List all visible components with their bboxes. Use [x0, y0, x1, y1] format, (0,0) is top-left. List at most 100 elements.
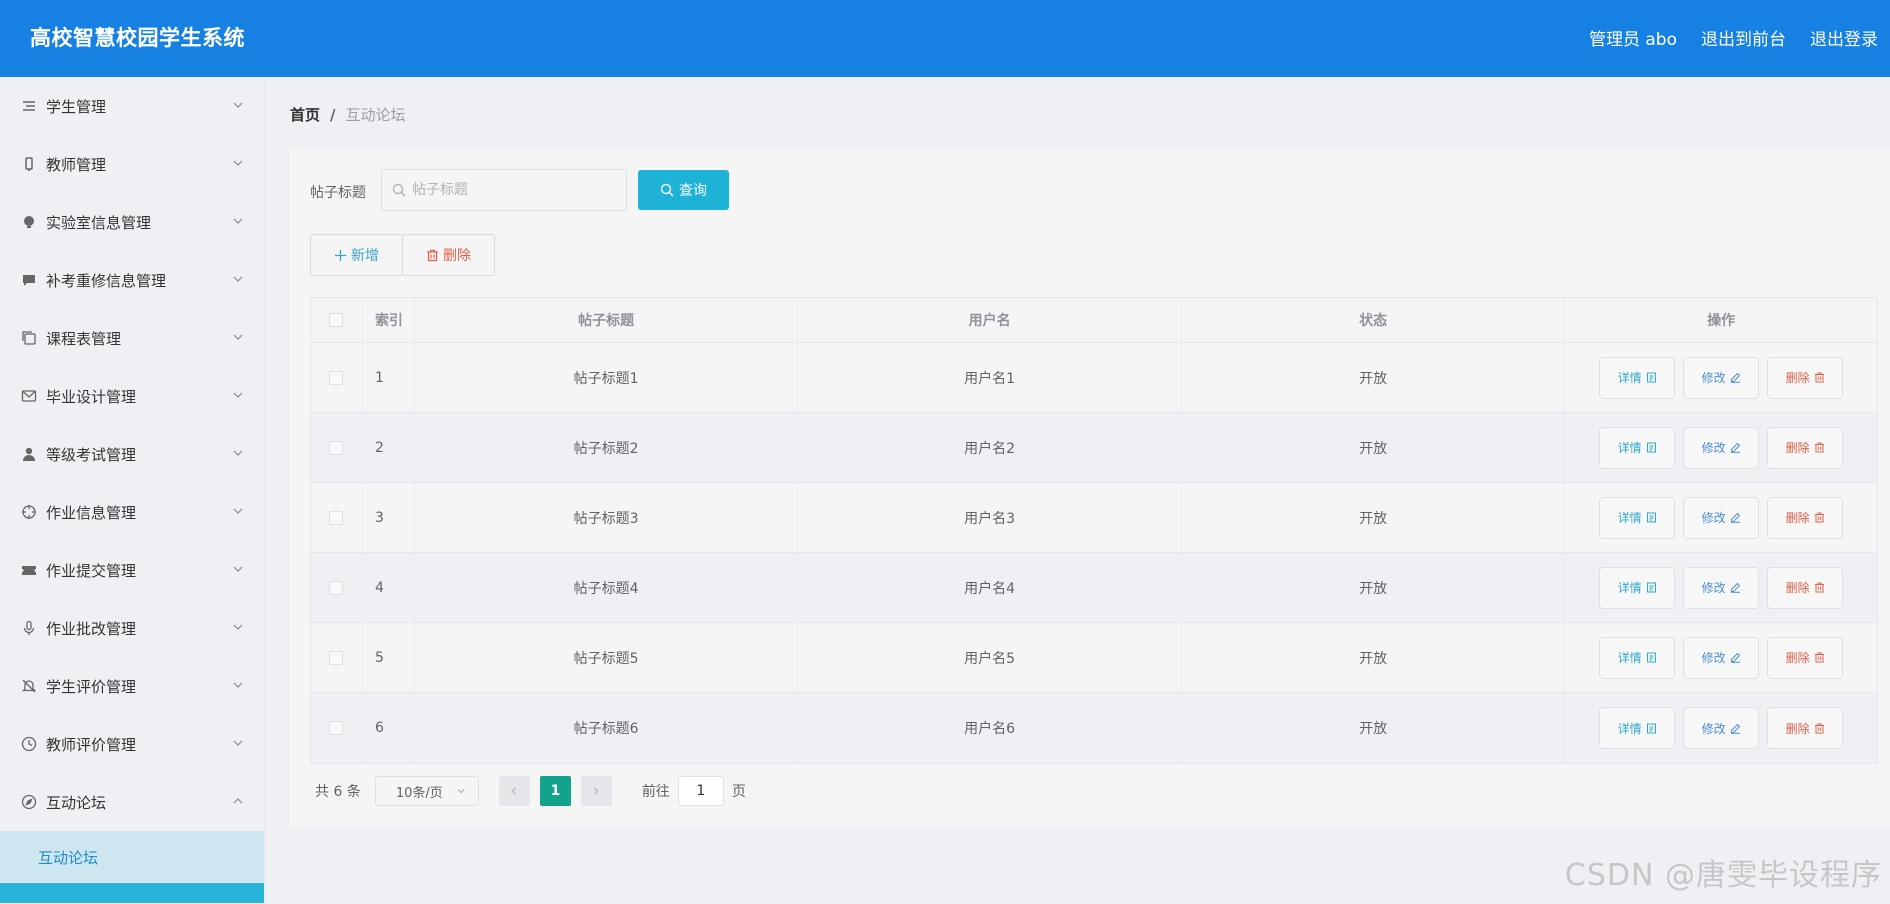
row-status: 开放 — [1182, 693, 1566, 763]
breadcrumb-home[interactable]: 首页 — [290, 104, 320, 125]
row-checkbox[interactable] — [329, 510, 344, 525]
page-size-select[interactable]: 10条/页 — [374, 776, 479, 806]
row-status: 开放 — [1182, 623, 1566, 692]
edit-label: 修改 — [1701, 651, 1726, 665]
chevron-down-icon — [233, 508, 243, 514]
sidebar-item-graduation[interactable]: 毕业设计管理 — [0, 367, 264, 425]
sidebar-item-teacher-eval[interactable]: 教师评价管理 — [0, 715, 264, 773]
delete-label: 删除 — [1785, 371, 1810, 385]
document-icon — [1646, 582, 1656, 593]
delete-button[interactable]: 删除 — [1767, 566, 1844, 609]
row-ops: 详情 修改 删除 — [1565, 553, 1877, 622]
table-body: 1 帖子标题1 用户名1 开放 详情 修改 删除 2 帖子标题2 用户名2 开放 详情 修改 删除 3 帖子标… — [311, 343, 1877, 763]
bell-off-icon — [20, 677, 38, 695]
row-title: 帖子标题3 — [415, 483, 799, 552]
sidebar-item-label: 补考重修信息管理 — [46, 271, 167, 290]
detail-button[interactable]: 详情 — [1599, 566, 1676, 609]
exit-to-front-link[interactable]: 退出到前台 — [1701, 25, 1786, 50]
trash-icon — [1814, 372, 1824, 383]
header-actions: 管理员 abo 退出到前台 退出登录 — [1589, 25, 1878, 50]
trash-icon — [1814, 442, 1824, 453]
edit-button[interactable]: 修改 — [1683, 356, 1760, 399]
search-icon — [392, 183, 406, 197]
add-button-label: 新增 — [351, 248, 379, 264]
page-number[interactable]: 1 — [539, 776, 571, 806]
query-button[interactable]: 查询 — [638, 170, 729, 210]
sidebar-item-homework-submit[interactable]: 作业提交管理 — [0, 541, 264, 599]
sidebar-item-student-eval[interactable]: 学生评价管理 — [0, 657, 264, 715]
chevron-down-icon — [233, 334, 243, 340]
edit-button[interactable]: 修改 — [1683, 566, 1760, 609]
add-button[interactable]: 新增 — [310, 234, 403, 276]
delete-button[interactable]: 删除 — [1767, 356, 1844, 399]
chevron-down-icon — [233, 740, 243, 746]
row-status: 开放 — [1182, 553, 1566, 622]
edit-button[interactable]: 修改 — [1683, 496, 1760, 539]
sidebar-item-homework-info[interactable]: 作业信息管理 — [0, 483, 264, 541]
delete-button[interactable]: 删除 — [1767, 636, 1844, 679]
edit-button[interactable]: 修改 — [1683, 707, 1760, 749]
edit-label: 修改 — [1701, 371, 1726, 385]
delete-button[interactable]: 删除 — [1767, 496, 1844, 539]
row-title: 帖子标题5 — [415, 623, 799, 692]
mail-icon — [20, 387, 38, 405]
table-row: 2 帖子标题2 用户名2 开放 详情 修改 删除 — [311, 413, 1877, 483]
goto-page-input[interactable]: 1 — [677, 776, 724, 806]
row-checkbox[interactable] — [329, 580, 344, 595]
select-all-checkbox[interactable] — [329, 313, 344, 327]
edit-button[interactable]: 修改 — [1683, 426, 1760, 469]
sidebar-subitem-next[interactable] — [0, 883, 264, 903]
edit-label: 修改 — [1701, 721, 1726, 736]
edit-icon — [1730, 442, 1740, 453]
edit-button[interactable]: 修改 — [1683, 636, 1760, 679]
bulb-icon — [20, 213, 38, 231]
search-input[interactable] — [412, 182, 612, 198]
detail-label: 详情 — [1617, 511, 1642, 525]
page-size-value: 10条/页 — [395, 785, 443, 801]
forum-table: 索引 帖子标题 用户名 状态 操作 1 帖子标题1 用户名1 开放 详情 修改 删除 2 帖子标… — [310, 297, 1878, 764]
header-status: 状态 — [1182, 298, 1566, 342]
search-field[interactable] — [381, 169, 627, 211]
logout-link[interactable]: 退出登录 — [1810, 25, 1878, 50]
sidebar-item-forum[interactable]: 互动论坛 — [0, 773, 264, 831]
row-checkbox-cell — [311, 483, 363, 552]
next-page-button[interactable] — [580, 776, 612, 806]
breadcrumb: 首页 / 互动论坛 — [290, 104, 406, 125]
row-title: 帖子标题6 — [415, 693, 799, 763]
sidebar-subitem-forum[interactable]: 互动论坛 — [0, 831, 264, 883]
edit-label: 修改 — [1701, 511, 1726, 525]
chevron-down-icon — [233, 160, 243, 166]
detail-button[interactable]: 详情 — [1599, 426, 1676, 469]
sidebar-item-label: 作业信息管理 — [46, 503, 137, 522]
row-user: 用户名5 — [798, 623, 1182, 692]
row-title: 帖子标题1 — [415, 343, 799, 412]
row-checkbox[interactable] — [329, 370, 344, 385]
sidebar-item-homework-grade[interactable]: 作业批改管理 — [0, 599, 264, 657]
sidebar-item-lab[interactable]: 实验室信息管理 — [0, 193, 264, 251]
sidebar-item-teacher[interactable]: 教师管理 — [0, 135, 264, 193]
row-checkbox[interactable] — [329, 440, 344, 455]
prev-page-button[interactable] — [498, 776, 530, 806]
sidebar-item-exam[interactable]: 等级考试管理 — [0, 425, 264, 483]
delete-button[interactable]: 删除 — [1767, 707, 1844, 749]
sidebar-item-label: 学生管理 — [46, 97, 107, 116]
trash-icon — [1814, 652, 1824, 663]
delete-button[interactable]: 删除 — [1767, 426, 1844, 469]
edit-icon — [1730, 652, 1740, 663]
row-checkbox[interactable] — [329, 650, 344, 665]
sidebar-item-student[interactable]: 学生管理 — [0, 77, 264, 135]
row-title: 帖子标题4 — [415, 553, 799, 622]
row-checkbox-cell — [311, 553, 363, 622]
detail-button[interactable]: 详情 — [1599, 356, 1676, 399]
detail-button[interactable]: 详情 — [1599, 496, 1676, 539]
page-suffix: 页 — [731, 784, 746, 800]
sidebar-item-schedule[interactable]: 课程表管理 — [0, 309, 264, 367]
sidebar-item-makeup[interactable]: 补考重修信息管理 — [0, 251, 264, 309]
row-user: 用户名6 — [798, 693, 1182, 763]
detail-button[interactable]: 详情 — [1599, 636, 1676, 679]
chat-icon — [20, 271, 38, 289]
detail-button[interactable]: 详情 — [1599, 707, 1676, 749]
search-label: 帖子标题 — [310, 185, 366, 201]
row-checkbox[interactable] — [329, 721, 344, 735]
batch-delete-button[interactable]: 删除 — [402, 234, 495, 276]
